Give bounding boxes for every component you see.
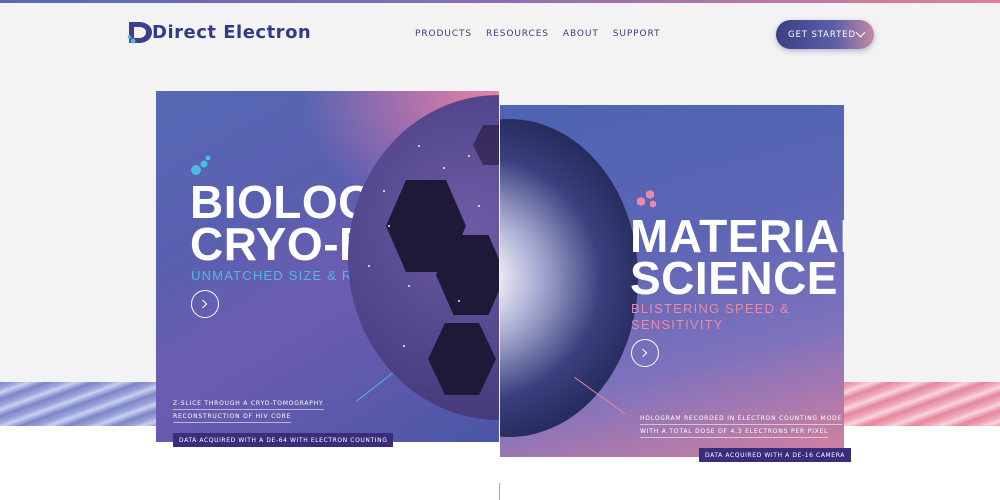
chevron-down-icon: [855, 27, 866, 38]
mat-caption-line1: HOLOGRAM RECORDED IN ELECTRON COUNTING M…: [640, 416, 843, 425]
hologram-image: [500, 119, 638, 437]
brand-logo[interactable]: Direct Electron: [126, 18, 311, 46]
nav-resources[interactable]: RESOURCES: [486, 29, 549, 39]
brand-name: Direct Electron: [152, 21, 312, 43]
main-nav: PRODUCTS RESOURCES ABOUT SUPPORT: [415, 29, 674, 39]
cryo-tomography-image: [348, 95, 499, 420]
decorative-band-left: [0, 382, 160, 426]
mat-subtitle-line2: SENSITIVITY: [631, 316, 724, 332]
mat-subtitle-line1: BLISTERING SPEED &: [631, 301, 790, 316]
nav-about[interactable]: ABOUT: [563, 29, 599, 39]
bio-caption: Z-SLICE THROUGH A CRYO-TOMOGRAPHY RECONS…: [173, 401, 324, 427]
scroll-indicator-line: [499, 483, 500, 500]
bio-caption-line2: RECONSTRUCTION OF HIV CORE: [173, 414, 292, 423]
mat-title: MATERIAL SCIENCE: [630, 210, 844, 305]
get-started-button[interactable]: GET STARTED: [776, 20, 874, 49]
mat-subtitle: BLISTERING SPEED & SENSITIVITY: [631, 301, 790, 332]
nav-support[interactable]: SUPPORT: [613, 29, 661, 39]
nav-products[interactable]: PRODUCTS: [415, 29, 472, 39]
bubbles-icon: [190, 155, 214, 177]
get-started-label: GET STARTED: [788, 29, 856, 40]
top-accent-line: [0, 0, 1000, 3]
mat-data-tag: DATA ACQUIRED WITH A DE-16 CAMERA: [699, 448, 851, 462]
mat-caption: HOLOGRAM RECORDED IN ELECTRON COUNTING M…: [640, 416, 843, 442]
bio-next-button[interactable]: [191, 290, 219, 318]
decorative-band-right: [844, 382, 1000, 426]
bio-caption-line1: Z-SLICE THROUGH A CRYO-TOMOGRAPHY: [173, 401, 324, 410]
bio-data-tag: DATA ACQUIRED WITH A DE-64 WITH ELECTRON…: [173, 433, 394, 447]
mat-title-line1: MATERIAL: [630, 210, 844, 262]
card-material-science[interactable]: MATERIAL SCIENCE BLISTERING SPEED & SENS…: [500, 105, 844, 457]
mat-next-button[interactable]: [631, 339, 659, 367]
mat-title-line2: SCIENCE: [630, 252, 838, 305]
mat-caption-line2: WITH A TOTAL DOSE OF 4.3 ELECTRONS PER P…: [640, 429, 829, 438]
logo-mark-icon: [126, 18, 154, 46]
